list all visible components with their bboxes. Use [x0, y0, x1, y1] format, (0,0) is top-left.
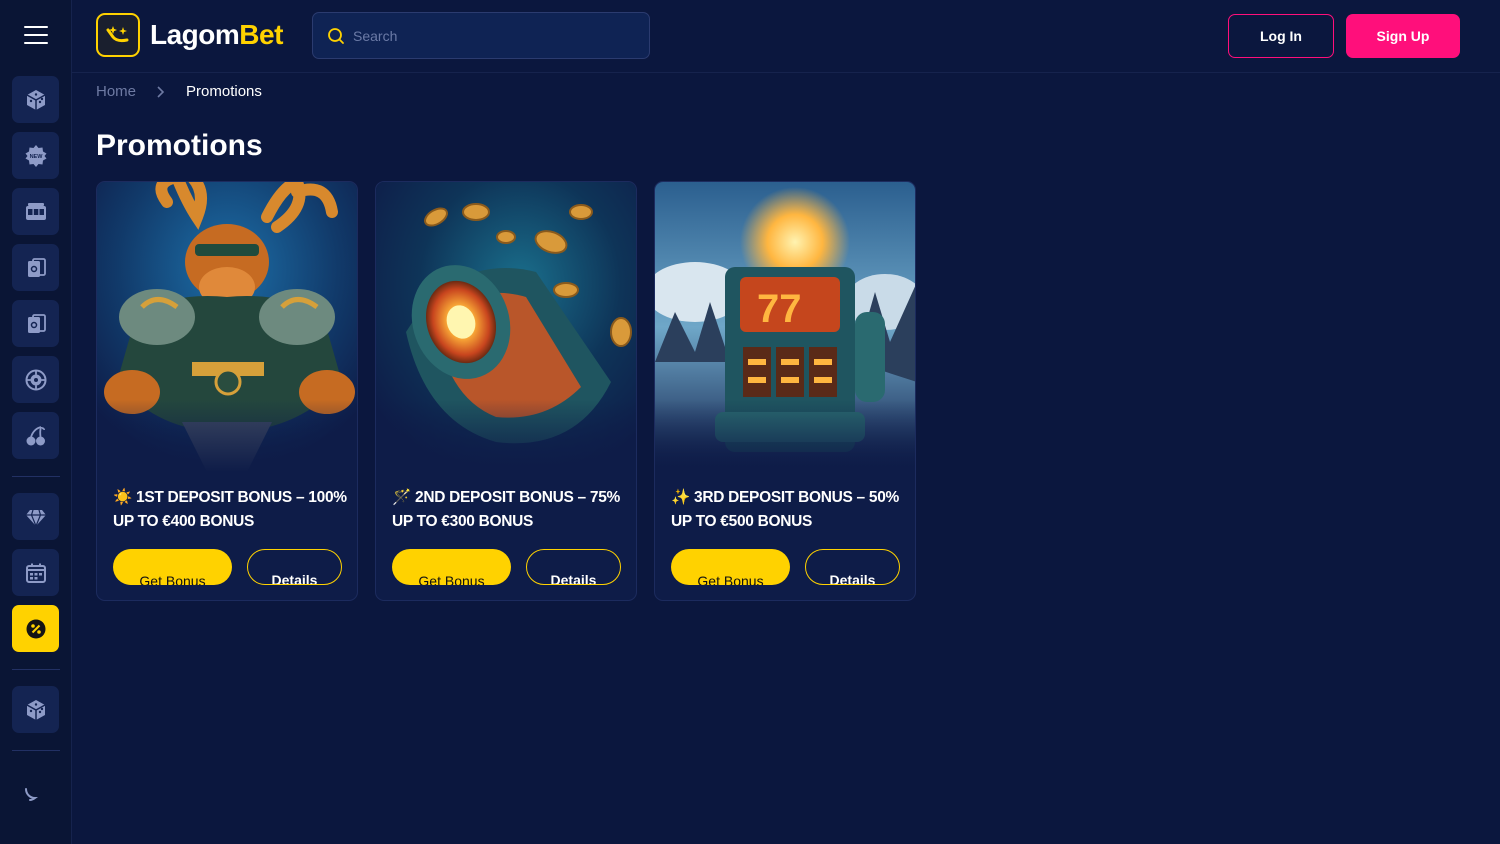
sun-emoji-icon: ☀️ — [113, 489, 132, 506]
sidebar-item-slots[interactable] — [12, 188, 59, 235]
sidebar-item-casino[interactable] — [12, 76, 59, 123]
logo-text-part1: Lagom — [150, 19, 240, 50]
menu-icon[interactable] — [24, 26, 48, 46]
moon-icon[interactable] — [22, 786, 38, 802]
promotion-card: 77 ✨ 3RD DEPOSIT BONUS – 50% UP TO €500 … — [654, 181, 916, 601]
sidebar-divider — [12, 476, 60, 477]
logo[interactable]: LagomBet — [96, 13, 283, 57]
search-box[interactable] — [312, 12, 650, 59]
login-button[interactable]: Log In — [1228, 14, 1334, 58]
get-bonus-label: Get Bonus — [139, 573, 206, 585]
details-label: Details — [550, 572, 597, 585]
sidebar-item-table-games[interactable] — [12, 244, 59, 291]
dice-icon — [26, 699, 45, 720]
roulette-icon — [25, 369, 46, 390]
sidebar: NEW — [0, 0, 72, 844]
sidebar-item-originals[interactable] — [12, 686, 59, 733]
logo-text-part2: Bet — [239, 19, 283, 50]
sidebar-item-vip[interactable] — [12, 493, 59, 540]
chevron-right-icon — [157, 85, 165, 98]
sidebar-divider — [12, 669, 60, 670]
search-input[interactable] — [353, 27, 633, 44]
live-cards-icon — [27, 313, 46, 333]
search-icon — [328, 27, 344, 44]
get-bonus-button[interactable]: Get Bonus — [671, 549, 790, 585]
promotion-title-text: 1ST DEPOSIT BONUS – 100% UP TO €400 BONU… — [113, 489, 347, 530]
page-title: Promotions — [96, 129, 263, 162]
sidebar-item-roulette[interactable] — [12, 356, 59, 403]
promotion-percent-icon — [26, 619, 45, 638]
sidebar-divider — [12, 750, 60, 751]
sidebar-item-live-casino[interactable] — [12, 300, 59, 347]
breadcrumb-current: Promotions — [186, 83, 262, 100]
details-button[interactable]: Details — [247, 549, 342, 585]
logo-text: LagomBet — [150, 19, 283, 51]
calendar-icon — [25, 563, 46, 583]
dice-icon — [26, 89, 45, 110]
logo-badge-icon — [96, 13, 140, 57]
cherries-icon — [26, 425, 45, 445]
get-bonus-label: Get Bonus — [697, 573, 764, 585]
promotion-image-coin-cannon — [376, 182, 636, 472]
get-bonus-button[interactable]: Get Bonus — [392, 549, 511, 585]
sidebar-item-promotions[interactable] — [12, 605, 59, 652]
signup-button[interactable]: Sign Up — [1346, 14, 1460, 58]
new-badge-icon: NEW — [25, 144, 46, 167]
breadcrumb: Home Promotions — [96, 83, 262, 100]
get-bonus-button[interactable]: Get Bonus — [113, 549, 232, 585]
promotion-card: ☀️ 1ST DEPOSIT BONUS – 100% UP TO €400 B… — [96, 181, 358, 601]
promotion-title-text: 2ND DEPOSIT BONUS – 75% UP TO €300 BONUS — [392, 489, 621, 530]
sparkles-emoji-icon: ✨ — [671, 489, 690, 506]
top-bar: LagomBet Log In Sign Up — [72, 0, 1500, 73]
promotion-image-moose-warrior — [97, 182, 357, 472]
cards-icon — [27, 257, 46, 277]
slot-machine-icon — [25, 202, 46, 220]
sidebar-item-tournaments[interactable] — [12, 549, 59, 596]
promotion-title: ☀️ 1ST DEPOSIT BONUS – 100% UP TO €400 B… — [113, 486, 349, 534]
details-button[interactable]: Details — [526, 549, 621, 585]
promotion-title: 🪄 2ND DEPOSIT BONUS – 75% UP TO €300 BON… — [392, 486, 628, 534]
promotion-card: 🪄 2ND DEPOSIT BONUS – 75% UP TO €300 BON… — [375, 181, 637, 601]
details-label: Details — [271, 572, 318, 585]
magic-wand-emoji-icon: 🪄 — [392, 489, 411, 506]
promotion-title-text: 3RD DEPOSIT BONUS – 50% UP TO €500 BONUS — [671, 489, 900, 530]
svg-text:NEW: NEW — [29, 154, 43, 160]
promotion-image-slot-machine: 77 — [655, 182, 915, 472]
diamond-icon — [25, 509, 46, 528]
get-bonus-label: Get Bonus — [418, 573, 485, 585]
details-label: Details — [829, 572, 876, 585]
sidebar-item-classic-slots[interactable] — [12, 412, 59, 459]
details-button[interactable]: Details — [805, 549, 900, 585]
promotion-title: ✨ 3RD DEPOSIT BONUS – 50% UP TO €500 BON… — [671, 486, 907, 534]
sidebar-item-new-games[interactable]: NEW — [12, 132, 59, 179]
breadcrumb-home-link[interactable]: Home — [96, 83, 136, 100]
